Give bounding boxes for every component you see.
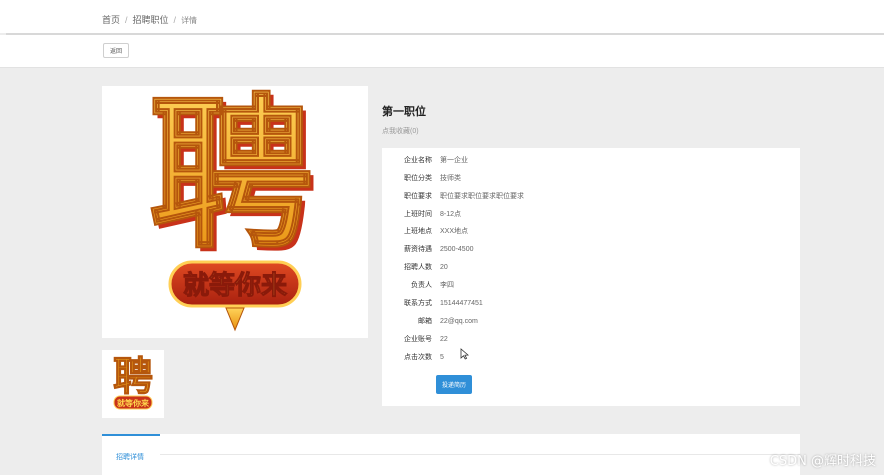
field-value: 职位要求职位要求职位要求 [440, 193, 524, 200]
info-row: 上班地点 XXX地点 [382, 225, 800, 237]
field-label: 薪资待遇 [404, 246, 432, 253]
breadcrumb-separator: / [125, 15, 128, 25]
breadcrumb-home[interactable]: 首页 [102, 15, 120, 25]
field-label: 企业账号 [404, 336, 432, 343]
apply-resume-button[interactable]: 投递简历 [436, 375, 472, 394]
watermark: CSDN @辉时科技 [769, 454, 876, 469]
tab-label: 招聘详情 [116, 454, 144, 461]
field-value: 5 [440, 353, 444, 361]
field-label: 职位要求 [404, 193, 432, 200]
info-row: 点击次数 5 [382, 351, 800, 363]
job-info-card: 企业名称 第一企业 职位分类 技师类 职位要求 职位要求职位要求职位要求 上班时间 8-… [382, 148, 800, 406]
back-button[interactable]: 返回 [103, 43, 129, 58]
info-row: 薪资待遇 2500-4500 [382, 243, 800, 255]
field-label: 联系方式 [404, 300, 432, 307]
job-main-image: 聘 聘 就等你来 [102, 86, 368, 338]
tab-divider [160, 454, 800, 455]
thumbnail-glyph: 聘 [113, 354, 153, 400]
job-title: 第一职位 [382, 106, 426, 118]
toolbar: 返回 [0, 35, 884, 68]
poster-pointer [225, 307, 245, 332]
poster-glyph: 聘 [149, 86, 314, 271]
info-row: 上班时间 8-12点 [382, 208, 800, 220]
breadcrumb-list[interactable]: 招聘职位 [133, 15, 169, 25]
info-row: 职位分类 技师类 [382, 172, 800, 184]
breadcrumb-separator: / [173, 15, 177, 25]
info-row: 企业账号 22 [382, 333, 800, 345]
mouse-cursor-icon [460, 348, 470, 360]
top-bar: 首页 / 招聘职位 / 详情 [0, 0, 884, 33]
field-value: 22 [440, 335, 448, 343]
breadcrumb-current: 详情 [181, 16, 198, 25]
field-label: 职位分类 [404, 175, 432, 182]
field-value: 李四 [440, 282, 454, 289]
info-row: 招聘人数 20 [382, 261, 800, 273]
field-value: 第一企业 [440, 157, 468, 164]
info-row: 邮箱 22@qq.com [382, 315, 800, 327]
info-row: 负责人 李四 [382, 279, 800, 291]
info-row: 联系方式 15144477451 [382, 297, 800, 309]
field-label: 邮箱 [418, 318, 432, 325]
breadcrumb: 首页 / 招聘职位 / 详情 [102, 13, 197, 26]
field-label: 招聘人数 [404, 264, 432, 271]
detail-tabs: 招聘详情 [102, 434, 800, 475]
tab-job-detail[interactable]: 招聘详情 [102, 434, 160, 475]
poster-slogan: 就等你来 [183, 270, 288, 301]
field-label: 点击次数 [404, 354, 432, 361]
field-value: 技师类 [440, 175, 461, 182]
field-value: 2500-4500 [440, 245, 474, 253]
recruit-thumbnail-graphic: 聘 就等你来 [113, 354, 154, 410]
recruit-poster-graphic: 聘 聘 就等你来 [148, 86, 318, 332]
field-value: 8-12点 [440, 211, 462, 218]
field-label: 企业名称 [404, 157, 432, 164]
field-value: 15144477451 [440, 299, 483, 307]
info-row: 职位要求 职位要求职位要求职位要求 [382, 190, 800, 202]
field-value: 20 [440, 263, 448, 271]
field-label: 上班时间 [404, 211, 432, 218]
thumbnail-slogan: 就等你来 [117, 398, 150, 408]
field-label: 负责人 [411, 282, 432, 289]
favorite-link[interactable]: 点我收藏(0) [382, 126, 419, 136]
field-value: 22@qq.com [440, 317, 478, 325]
job-thumbnail[interactable]: 聘 就等你来 [102, 350, 164, 418]
field-value: XXX地点 [440, 228, 469, 235]
field-label: 上班地点 [404, 228, 432, 235]
info-row: 企业名称 第一企业 [382, 154, 800, 166]
